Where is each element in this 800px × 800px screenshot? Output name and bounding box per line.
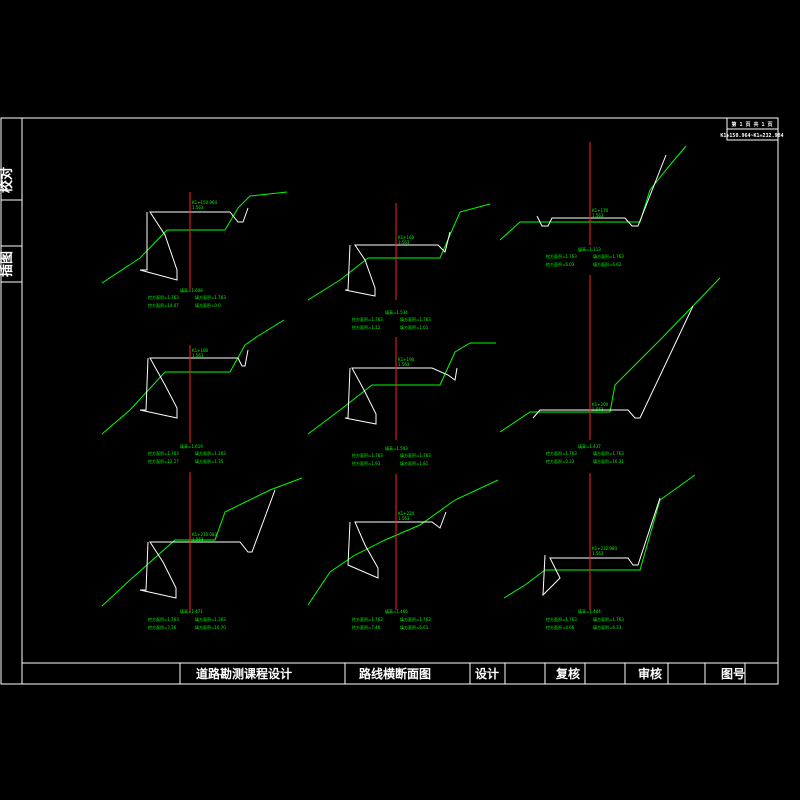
outer-frame <box>0 117 779 685</box>
area-a-9: 挖方面积=1.763 <box>546 616 577 622</box>
fill-3: 填高=1.213 <box>578 246 601 252</box>
ground-line-8 <box>307 479 499 606</box>
drawing-canvas: 校对 插图 第 1 页 共 1 页 K1+150.964~K1+232.984 … <box>0 117 784 685</box>
area-c-1: 挖方面积=14.07 <box>148 302 179 308</box>
elev-6: 1.563 <box>592 407 604 412</box>
corner-range: K1+150.964~K1+232.984 <box>720 133 783 139</box>
title-block: 道路勘测课程设计 路线横断面图 设计 复核 审核 图号 <box>179 663 746 684</box>
side-label-check: 校对 <box>0 167 15 193</box>
elev-1: 1.563 <box>192 205 204 210</box>
design-profile-8 <box>347 511 447 579</box>
cross-section-6: K1+200 1.563 填高=1.437 挖方面积=1.763 填方面积=1.… <box>499 275 721 464</box>
cross-section-8: K1+220 1.563 填高=1.466 挖方面积=1.763 填方面积=1.… <box>307 474 499 630</box>
design-profile-4 <box>139 349 249 419</box>
design-profile-5 <box>344 367 458 425</box>
ground-line-3 <box>499 145 687 241</box>
area-a-6: 挖方面积=1.763 <box>546 450 577 456</box>
area-b-7: 填方面积=1.303 <box>195 616 226 622</box>
cross-section-7: K1+210.083 1.563 填高=1.471 挖方面积=1.763 填方面… <box>101 472 303 630</box>
area-b-1: 填方面积=1.763 <box>195 294 226 300</box>
area-a-8: 挖方面积=1.763 <box>352 616 383 622</box>
elev-8: 1.563 <box>398 516 410 521</box>
cross-section-1: K1+150.964 1.563 填高=1.608 挖方面积=1.763 填方面… <box>101 191 288 308</box>
area-d-3: 填方面积=6.62 <box>593 261 622 267</box>
elev-2: 1.563 <box>398 240 410 245</box>
area-c-9: 挖方面积=4.66 <box>546 624 575 630</box>
tb-number-label: 图号 <box>721 666 745 681</box>
fill-5: 填高=1.503 <box>385 445 408 451</box>
area-b-4: 填方面积=1.203 <box>195 450 226 456</box>
fill-8: 填高=1.466 <box>385 608 408 614</box>
area-c-5: 挖方面积=1.93 <box>352 460 381 466</box>
cross-section-5: K1+190 1.563 填高=1.503 挖方面积=1.763 填方面积=1.… <box>307 337 496 466</box>
tb-drawing-title: 路线横断面图 <box>359 666 431 681</box>
ground-line-9 <box>503 474 696 599</box>
area-c-8: 挖方面积=7.46 <box>352 624 381 630</box>
tb-audit-label: 审核 <box>638 666 662 681</box>
corner-page: 第 1 页 共 1 页 <box>731 121 772 128</box>
side-label-insert: 插图 <box>0 251 15 277</box>
elev-4: 1.563 <box>192 353 204 358</box>
area-b-8: 填方面积=1.763 <box>400 616 431 622</box>
area-c-3: 挖方面积=6.03 <box>546 261 575 267</box>
ground-line-2 <box>307 203 491 301</box>
ground-line-6 <box>499 277 721 433</box>
design-profile-7 <box>139 489 276 599</box>
elev-5: 1.563 <box>398 362 410 367</box>
area-d-5: 填方面积=1.81 <box>400 460 429 466</box>
area-b-2: 填方面积=1.763 <box>400 316 431 322</box>
design-profile-6 <box>532 305 694 419</box>
elev-3: 1.563 <box>592 213 604 218</box>
area-c-2: 挖方面积=1.12 <box>352 324 381 330</box>
area-d-4: 填方面积=1.35 <box>195 458 224 464</box>
inner-frame <box>21 117 779 685</box>
elev-7: 1.563 <box>192 537 204 542</box>
fill-6: 填高=1.437 <box>578 443 601 449</box>
area-d-7: 填方面积=10.70 <box>195 624 226 630</box>
elev-9: 1.563 <box>592 551 604 556</box>
area-d-9: 填方面积=6.33 <box>593 624 622 630</box>
ground-line-4 <box>101 319 285 435</box>
cross-section-4: K1+180 1.563 填高=1.619 挖方面积=1.763 填方面积=1.… <box>101 319 285 464</box>
area-a-2: 挖方面积=1.763 <box>352 316 383 322</box>
area-c-4: 挖方面积=12.17 <box>148 458 179 464</box>
area-d-8: 填方面积=6.61 <box>400 624 429 630</box>
area-d-1: 填方面积=0.0 <box>195 302 221 308</box>
fill-1: 填高=1.608 <box>180 287 203 293</box>
area-d-6: 填方面积=16.31 <box>593 458 624 464</box>
area-b-6: 填方面积=1.763 <box>593 450 624 456</box>
area-a-4: 挖方面积=1.763 <box>148 450 179 456</box>
cross-section-2: K1+160 1.563 填高=1.534 挖方面积=1.763 填方面积=1.… <box>307 203 491 330</box>
area-a-3: 挖方面积=1.763 <box>546 253 577 259</box>
tb-review-label: 复核 <box>555 666 580 681</box>
area-a-1: 挖方面积=1.763 <box>148 294 179 300</box>
tb-design-label: 设计 <box>475 666 499 681</box>
area-c-6: 挖方面积=0.33 <box>546 458 575 464</box>
fill-2: 填高=1.534 <box>385 309 408 315</box>
fill-4: 填高=1.619 <box>180 443 203 449</box>
area-b-3: 填方面积=1.763 <box>593 253 624 259</box>
area-d-2: 填方面积=1.01 <box>400 324 429 330</box>
cross-section-3: K1+170 1.563 填高=1.213 挖方面积=1.763 填方面积=1.… <box>499 142 687 267</box>
cross-section-9: K1+232.984 1.563 填高=1.404 挖方面积=1.763 填方面… <box>503 473 696 630</box>
area-c-7: 挖方面积=7.76 <box>148 624 177 630</box>
area-b-9: 填方面积=1.763 <box>593 616 624 622</box>
tb-course-title: 道路勘测课程设计 <box>196 666 292 681</box>
fill-7: 填高=1.471 <box>180 608 203 614</box>
area-a-7: 挖方面积=1.763 <box>148 616 179 622</box>
area-b-5: 填方面积=1.763 <box>400 452 431 458</box>
fill-9: 填高=1.404 <box>578 608 601 614</box>
area-a-5: 挖方面积=1.763 <box>352 452 383 458</box>
